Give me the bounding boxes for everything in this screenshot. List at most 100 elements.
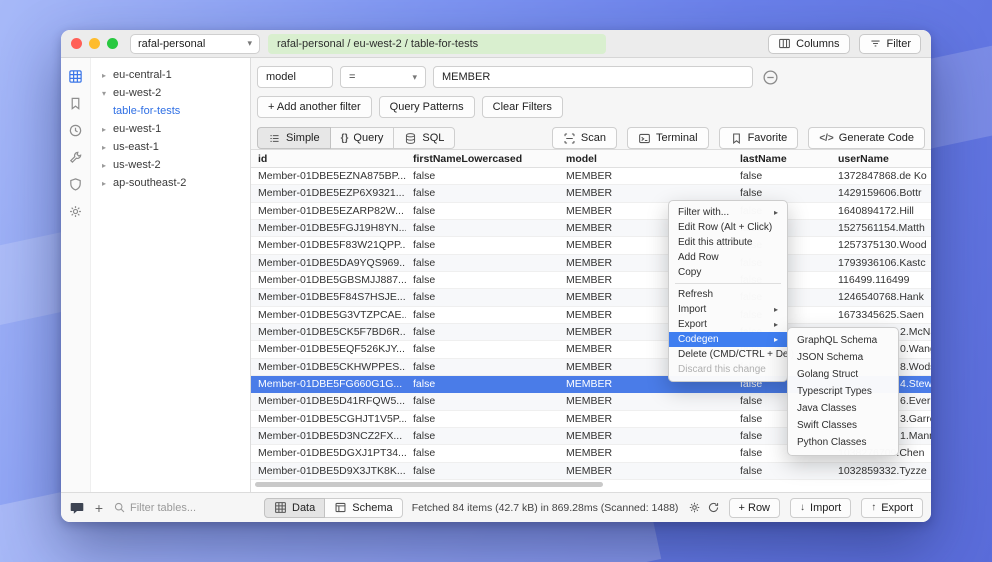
cell-lastName[interactable]: false xyxy=(733,170,831,182)
cell-userName[interactable]: 1032859332.Tyzze xyxy=(831,465,931,477)
zoom-button[interactable] xyxy=(107,38,118,49)
cell-firstNameLowercased[interactable]: false xyxy=(406,326,559,338)
chevron-down-icon[interactable]: ▾ xyxy=(100,89,108,98)
refresh-icon[interactable] xyxy=(707,501,720,514)
menu-item-copy[interactable]: Copy xyxy=(669,265,787,280)
column-header-userName[interactable]: userName xyxy=(831,153,931,165)
cell-userName[interactable]: 1793936106.Kastc xyxy=(831,257,931,269)
menu-item-export[interactable]: Export ▸ xyxy=(669,317,787,332)
cell-firstNameLowercased[interactable]: false xyxy=(406,239,559,251)
cell-model[interactable]: MEMBER xyxy=(559,413,733,425)
cell-id[interactable]: Member-01DBE5CK5F7BD6R... xyxy=(251,326,406,338)
add-another-filter-button[interactable]: + Add another filter xyxy=(257,96,372,118)
cell-lastName[interactable]: false xyxy=(733,187,831,199)
cell-model[interactable]: MEMBER xyxy=(559,430,733,442)
cell-firstNameLowercased[interactable]: false xyxy=(406,361,559,373)
sidebar-region-eu-west-2[interactable]: ▾ eu-west-2 xyxy=(92,84,250,102)
table-row[interactable]: Member-01DBE5GBSMJJ887...falseMEMBERfals… xyxy=(251,272,931,290)
cell-id[interactable]: Member-01DBE5F84S7HSJE... xyxy=(251,291,406,303)
generate-code-button[interactable]: </> Generate Code xyxy=(808,127,925,149)
export-button[interactable]: ↑ Export xyxy=(861,497,923,518)
table-row[interactable]: Member-01DBE5DA9YQS969...falseMEMBERfals… xyxy=(251,254,931,272)
cell-userName[interactable]: 1640894172.Hill xyxy=(831,205,931,217)
favorite-button[interactable]: Favorite xyxy=(718,127,799,149)
tab-schema[interactable]: Schema xyxy=(324,497,403,518)
cell-firstNameLowercased[interactable]: false xyxy=(406,291,559,303)
cell-firstNameLowercased[interactable]: false xyxy=(406,257,559,269)
tools-icon[interactable] xyxy=(68,150,83,165)
table-row[interactable]: Member-01DBE5EZNA875BP... false MEMBER fals… xyxy=(251,168,931,186)
cell-id[interactable]: Member-01DBE5EZNA875BP... xyxy=(251,170,406,182)
cell-firstNameLowercased[interactable]: false xyxy=(406,187,559,199)
close-button[interactable] xyxy=(71,38,82,49)
menu-item-import[interactable]: Import ▸ xyxy=(669,302,787,317)
menu-item-filter-with[interactable]: Filter with... ▸ xyxy=(669,205,787,220)
table-row[interactable]: Member-01DBE5EZP6X9321... false MEMBER fals… xyxy=(251,185,931,203)
filter-value-input[interactable] xyxy=(433,66,753,88)
submenu-item-golang-struct[interactable]: Golang Struct xyxy=(788,366,898,383)
remove-filter-icon[interactable] xyxy=(762,69,779,86)
cell-id[interactable]: Member-01DBE5FGJ19H8YN... xyxy=(251,222,406,234)
cell-model[interactable]: MEMBER xyxy=(559,170,733,182)
columns-button[interactable]: Columns xyxy=(768,33,850,54)
cell-firstNameLowercased[interactable]: false xyxy=(406,447,559,459)
sidebar-table-table-for-tests[interactable]: table-for-tests xyxy=(92,102,250,120)
column-header-lastName[interactable]: lastName xyxy=(733,153,831,165)
cell-id[interactable]: Member-01DBE5DGXJ1PT34... xyxy=(251,447,406,459)
submenu-item-typescript-types[interactable]: Typescript Types xyxy=(788,383,898,400)
menu-item-edit-row-alt-click[interactable]: Edit Row (Alt + Click) xyxy=(669,220,787,235)
submenu-item-json-schema[interactable]: JSON Schema xyxy=(788,349,898,366)
horizontal-scrollbar[interactable] xyxy=(255,482,603,487)
filter-attribute-input[interactable] xyxy=(257,66,333,88)
cell-firstNameLowercased[interactable]: false xyxy=(406,274,559,286)
sidebar-region-eu-central-1[interactable]: ▸ eu-central-1 xyxy=(92,66,250,84)
tab-sql[interactable]: SQL xyxy=(393,127,456,149)
tables-icon[interactable] xyxy=(68,69,83,84)
minimize-button[interactable] xyxy=(89,38,100,49)
cell-userName[interactable]: 1257375130.Wood xyxy=(831,239,931,251)
cell-id[interactable]: Member-01DBE5G3VTZPCAE... xyxy=(251,309,406,321)
cell-firstNameLowercased[interactable]: false xyxy=(406,395,559,407)
filter-operator-select[interactable]: = ▾ xyxy=(340,66,426,88)
table-row[interactable]: Member-01DBE5F84S7HSJE...falseMEMBERfals… xyxy=(251,289,931,307)
cell-userName[interactable]: 1673345625.Saen xyxy=(831,309,931,321)
sidebar-region-us-east-1[interactable]: ▸ us-east-1 xyxy=(92,138,250,156)
sidebar-region-us-west-2[interactable]: ▸ us-west-2 xyxy=(92,156,250,174)
table-row[interactable]: Member-01DBE5G3VTZPCAE...falseMEMBERfals… xyxy=(251,307,931,324)
submenu-item-python-classes[interactable]: Python Classes xyxy=(788,434,898,451)
cell-firstNameLowercased[interactable]: false xyxy=(406,378,559,390)
cell-model[interactable]: MEMBER xyxy=(559,465,733,477)
cell-firstNameLowercased[interactable]: false xyxy=(406,430,559,442)
sidebar-region-eu-west-1[interactable]: ▸ eu-west-1 xyxy=(92,120,250,138)
cell-model[interactable]: MEMBER xyxy=(559,395,733,407)
chevron-right-icon[interactable]: ▸ xyxy=(100,179,108,188)
cell-id[interactable]: Member-01DBE5D41RFQW5... xyxy=(251,395,406,407)
settings-icon[interactable] xyxy=(68,204,83,219)
chat-icon[interactable] xyxy=(69,500,85,516)
cell-lastName[interactable]: false xyxy=(733,465,831,477)
tab-query[interactable]: {} Query xyxy=(329,127,395,149)
cell-id[interactable]: Member-01DBE5D3NCZ2FX... xyxy=(251,430,406,442)
cell-model[interactable]: MEMBER xyxy=(559,447,733,459)
cell-id[interactable]: Member-01DBE5GBSMJJ887... xyxy=(251,274,406,286)
menu-item-add-row[interactable]: Add Row xyxy=(669,250,787,265)
breadcrumb[interactable]: rafal-personal / eu-west-2 / table-for-t… xyxy=(268,33,606,54)
cell-firstNameLowercased[interactable]: false xyxy=(406,309,559,321)
cell-id[interactable]: Member-01DBE5EZARP82W... xyxy=(251,205,406,217)
profile-dropdown[interactable]: rafal-personal ▾ xyxy=(130,33,260,54)
query-patterns-button[interactable]: Query Patterns xyxy=(378,96,475,118)
table-row[interactable]: Member-01DBE5F83W21QPP...falseMEMBERfals… xyxy=(251,237,931,255)
cell-firstNameLowercased[interactable]: false xyxy=(406,170,559,182)
chevron-right-icon[interactable]: ▸ xyxy=(100,71,108,80)
cell-id[interactable]: Member-01DBE5FG660G1G... xyxy=(251,378,406,390)
cell-id[interactable]: Member-01DBE5CGHJT1V5P... xyxy=(251,413,406,425)
submenu-item-java-classes[interactable]: Java Classes xyxy=(788,400,898,417)
cell-id[interactable]: Member-01DBE5DA9YQS969... xyxy=(251,257,406,269)
sidebar-region-ap-southeast-2[interactable]: ▸ ap-southeast-2 xyxy=(92,174,250,192)
add-row-button[interactable]: + Row xyxy=(728,497,781,518)
table-row[interactable]: Member-01DBE5EZARP82W...falseMEMBERfalse… xyxy=(251,203,931,220)
column-header-firstNameLowercased[interactable]: firstNameLowercased xyxy=(406,153,559,165)
add-table-button[interactable]: + xyxy=(92,500,106,516)
scan-button[interactable]: Scan xyxy=(551,127,617,149)
tab-simple[interactable]: Simple xyxy=(257,127,331,149)
